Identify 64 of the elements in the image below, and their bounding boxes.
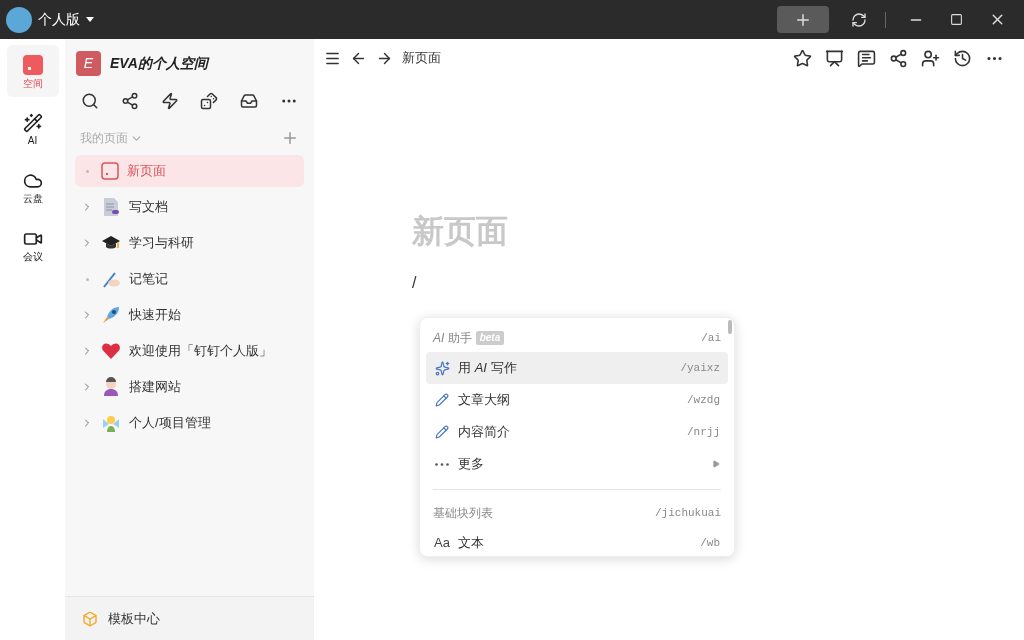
shortcut-text: /ai xyxy=(701,330,721,346)
dice-icon[interactable] xyxy=(200,92,219,110)
dropdown-caret-icon[interactable] xyxy=(86,17,94,22)
rail-tab[interactable]: 云盘 xyxy=(6,161,59,213)
rail-tab[interactable]: AI xyxy=(6,103,59,155)
menu-item[interactable]: 更多 xyxy=(426,448,728,480)
inbox-icon[interactable] xyxy=(240,92,259,110)
rail-tab[interactable]: 空间 xyxy=(6,45,59,97)
page-item[interactable]: 个人/项目管理 xyxy=(75,407,304,439)
menu-item[interactable]: 用 AI 写作 /yaixz xyxy=(426,352,728,384)
more-icon xyxy=(435,462,449,466)
presentation-icon[interactable] xyxy=(825,48,844,68)
sparkle-wand-icon xyxy=(434,360,450,376)
cube-icon xyxy=(82,610,98,627)
space-name[interactable]: EVA的个人空间 xyxy=(110,52,208,74)
avatar[interactable] xyxy=(6,6,32,33)
new-tab-button[interactable] xyxy=(777,6,829,33)
graph-icon[interactable] xyxy=(889,48,908,68)
page-icon xyxy=(101,162,119,180)
menu-item[interactable]: Aa 文本 /wb xyxy=(426,527,728,556)
bullet-icon xyxy=(85,169,89,173)
graph-icon[interactable] xyxy=(120,92,139,110)
page-item[interactable]: 写文档 xyxy=(75,191,304,223)
page-icon xyxy=(21,53,44,76)
editor-text[interactable]: / xyxy=(412,271,1024,295)
rail-tab[interactable]: 会议 xyxy=(6,219,59,271)
document-icon xyxy=(101,197,121,217)
page-item[interactable]: 快速开始 xyxy=(75,299,304,331)
menu-section-title: 基础块列表 xyxy=(433,505,493,522)
magic-wand-icon xyxy=(22,112,43,133)
lightning-icon[interactable] xyxy=(160,92,179,110)
space-avatar: E xyxy=(76,50,101,76)
menu-section-title: AI 助手 xyxy=(433,330,472,347)
shortcut-text: /nrjj xyxy=(687,424,720,440)
add-user-icon[interactable] xyxy=(921,48,940,68)
page-item[interactable]: 搭建网站 xyxy=(75,371,304,403)
maximize-icon[interactable] xyxy=(950,13,963,26)
fairy-icon xyxy=(101,413,121,433)
page-item[interactable]: 欢迎使用「钉钉个人版」 xyxy=(75,335,304,367)
page-item[interactable]: 记笔记 xyxy=(75,263,304,295)
text-style-icon: Aa xyxy=(434,533,450,553)
breadcrumb[interactable]: 新页面 xyxy=(402,48,441,68)
star-icon[interactable] xyxy=(793,48,812,68)
template-center-bar[interactable]: 模板中心 xyxy=(65,596,314,640)
rocket-icon xyxy=(101,305,121,325)
account-switcher[interactable]: 个人版 xyxy=(38,9,80,30)
menu-item[interactable]: 文章大纲 /wzdg xyxy=(426,384,728,416)
pencil-icon xyxy=(435,425,449,439)
menu-item[interactable]: 内容简介 /nrjj xyxy=(426,416,728,448)
submenu-arrow-icon xyxy=(712,460,720,468)
page-item[interactable]: 学习与科研 xyxy=(75,227,304,259)
search-icon[interactable] xyxy=(81,92,99,110)
sync-icon[interactable] xyxy=(851,11,867,28)
comment-icon[interactable] xyxy=(857,48,876,68)
heart-icon xyxy=(101,341,121,361)
bullet-icon xyxy=(85,277,89,281)
scrollbar-thumb[interactable] xyxy=(728,320,732,334)
shortcut-text: /wb xyxy=(700,535,720,551)
shortcut-text: /wzdg xyxy=(687,392,720,408)
shortcut-text: /yaixz xyxy=(680,360,720,376)
shortcut-text: /jichukuai xyxy=(655,505,721,521)
pencil-icon xyxy=(435,393,449,407)
history-icon[interactable] xyxy=(953,48,972,68)
artist-icon xyxy=(101,377,121,397)
